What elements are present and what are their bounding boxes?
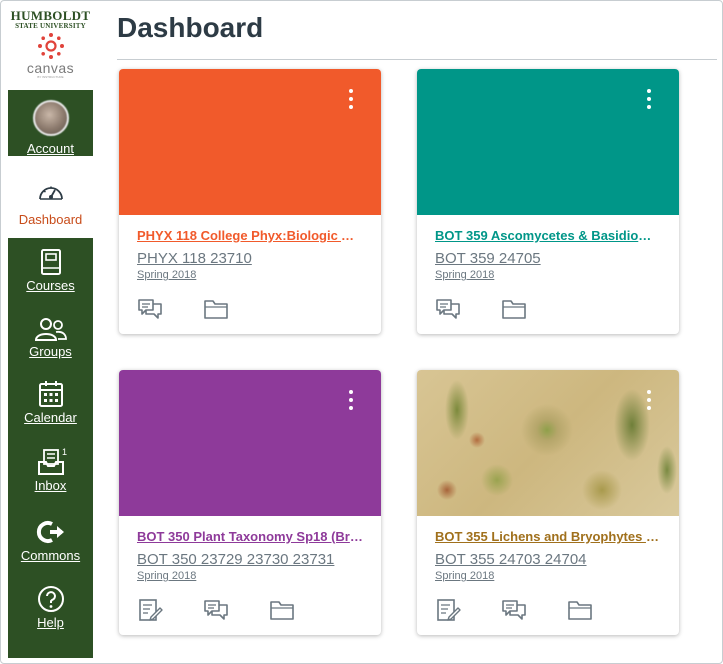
course-name-link[interactable]: BOT 350 Plant Taxonomy Sp18 (Brooks)	[137, 529, 363, 544]
discussions-icon[interactable]	[435, 297, 461, 323]
canvas-logo-icon	[37, 33, 64, 59]
global-nav: HUMBOLDT STATE UNIVERSITY canvas BY INST…	[8, 8, 93, 658]
discussions-icon[interactable]	[501, 598, 527, 624]
nav-help[interactable]: Help	[8, 585, 93, 630]
course-card-hero[interactable]	[119, 69, 381, 215]
course-card[interactable]: BOT 350 Plant Taxonomy Sp18 (Brooks) BOT…	[119, 370, 381, 635]
nav-help-label: Help	[37, 615, 64, 630]
course-term: Spring 2018	[137, 570, 197, 582]
university-logo[interactable]: HUMBOLDT STATE UNIVERSITY canvas BY INST…	[8, 8, 93, 90]
logo-university-name: HUMBOLDT	[10, 8, 91, 23]
course-card[interactable]: BOT 359 Ascomycetes & Basidiomycetes BOT…	[417, 69, 679, 334]
nav-groups[interactable]: Groups	[8, 316, 93, 359]
nav-account-label: Account	[27, 141, 74, 156]
inbox-icon	[37, 449, 64, 475]
course-name-link[interactable]: PHYX 118 College Phyx:Biologic Applicati…	[137, 228, 363, 243]
nav-account[interactable]: Account	[8, 100, 93, 156]
nav-calendar-label: Calendar	[24, 410, 77, 425]
course-card[interactable]: BOT 355 Lichens and Bryophytes Spring 20…	[417, 370, 679, 635]
files-icon[interactable]	[203, 297, 229, 323]
files-icon[interactable]	[269, 598, 295, 624]
logo-canvas-text: canvas	[26, 60, 75, 76]
files-icon[interactable]	[501, 297, 527, 323]
browser-frame: HUMBOLDT STATE UNIVERSITY canvas BY INST…	[0, 0, 723, 664]
more-options-icon[interactable]	[341, 390, 361, 414]
commons-icon	[36, 521, 64, 543]
course-card[interactable]: PHYX 118 College Phyx:Biologic Applicati…	[119, 69, 381, 334]
nav-commons-label: Commons	[20, 548, 81, 563]
discussions-icon[interactable]	[137, 297, 163, 323]
files-icon[interactable]	[567, 598, 593, 624]
nav-inbox-label: Inbox	[34, 478, 67, 493]
assignments-icon[interactable]	[435, 598, 461, 624]
course-card-hero[interactable]	[417, 69, 679, 215]
assignments-icon[interactable]	[137, 598, 163, 624]
more-options-icon[interactable]	[341, 89, 361, 113]
course-code-link[interactable]: PHYX 118 23710	[137, 250, 363, 267]
course-card-hero-image[interactable]	[417, 370, 679, 516]
nav-calendar[interactable]: Calendar	[8, 380, 93, 425]
course-name-link[interactable]: BOT 355 Lichens and Bryophytes Spring 20…	[435, 529, 661, 544]
nav-inbox[interactable]: 1 Inbox	[8, 447, 93, 493]
logo-university-sub: STATE UNIVERSITY	[15, 22, 86, 30]
title-divider	[117, 59, 717, 60]
course-term: Spring 2018	[137, 269, 197, 281]
nav-dashboard[interactable]: Dashboard	[8, 156, 93, 238]
dashboard-icon	[38, 186, 63, 200]
course-name-link[interactable]: BOT 359 Ascomycetes & Basidiomycetes	[435, 228, 661, 243]
course-code-link[interactable]: BOT 350 23729 23730 23731	[137, 551, 363, 568]
help-icon	[37, 586, 64, 612]
logo-canvas-sub: BY INSTRUCTURE	[37, 75, 64, 79]
more-options-icon[interactable]	[639, 89, 659, 113]
courses-icon	[40, 249, 61, 275]
course-term: Spring 2018	[435, 269, 495, 281]
discussions-icon[interactable]	[203, 598, 229, 624]
course-card-hero[interactable]	[119, 370, 381, 516]
groups-icon	[34, 318, 67, 341]
more-options-icon[interactable]	[639, 390, 659, 414]
course-code-link[interactable]: BOT 359 24705	[435, 250, 661, 267]
nav-groups-label: Groups	[29, 344, 72, 359]
inbox-unread-badge: 1	[62, 447, 68, 457]
course-code-link[interactable]: BOT 355 24703 24704	[435, 551, 661, 568]
nav-courses-label: Courses	[26, 278, 75, 293]
page-title: Dashboard	[117, 12, 264, 43]
course-term: Spring 2018	[435, 570, 495, 582]
calendar-icon	[38, 381, 63, 407]
nav-dashboard-label: Dashboard	[18, 212, 83, 227]
avatar	[32, 100, 69, 136]
nav-courses[interactable]: Courses	[8, 248, 93, 293]
nav-commons[interactable]: Commons	[8, 518, 93, 563]
